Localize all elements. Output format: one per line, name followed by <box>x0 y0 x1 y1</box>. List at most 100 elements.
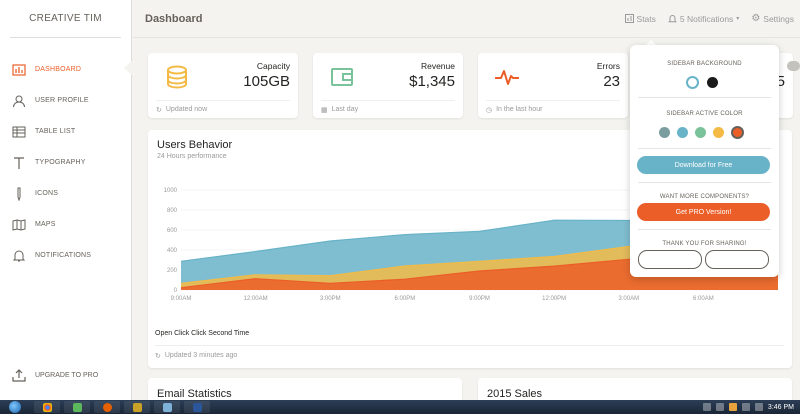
sidebar-item-label: NOTIFICATIONS <box>35 252 92 259</box>
card-title: 2015 Sales <box>487 388 543 400</box>
upgrade-label: UPGRADE TO PRO <box>35 371 99 379</box>
active-color-option-orange[interactable] <box>731 126 744 139</box>
brand-logo[interactable]: CREATIVE TIM <box>10 0 121 38</box>
y-tick-label: 1000 <box>164 188 178 194</box>
page-title: Dashboard <box>145 12 203 25</box>
clock[interactable]: 3:46 PM <box>768 404 794 411</box>
os-taskbar: 3:46 PM <box>0 400 800 414</box>
x-tick-label: 3:00PM <box>320 296 341 302</box>
active-color-option-green[interactable] <box>695 127 706 138</box>
stat-label: Capacity <box>256 61 290 71</box>
share-twitter-button[interactable] <box>705 250 769 269</box>
settings-panel: SIDEBAR BACKGROUND SIDEBAR ACTIVE COLOR … <box>630 45 779 277</box>
sidebar-item-label: MAPS <box>35 221 56 228</box>
get-pro-button[interactable]: Get PRO Version! <box>637 203 770 221</box>
x-tick-label: 6:00AM <box>693 296 714 302</box>
bar-chart-icon <box>12 63 26 77</box>
stat-footer: ◷ In the last hour <box>486 100 620 118</box>
refresh-icon: ↻ <box>155 352 161 360</box>
x-tick-label: 3:00AM <box>618 296 639 302</box>
stat-footer: ↻ Updated now <box>156 100 290 118</box>
sidebar-item-label: TYPOGRAPHY <box>35 159 86 166</box>
chart-legend: Open Click Click Second Time <box>155 330 250 337</box>
tray-icon[interactable] <box>754 403 763 411</box>
chart-footer-text: Updated 3 minutes ago <box>164 352 238 359</box>
sidebar-item-table-list[interactable]: TABLE LIST <box>0 116 131 147</box>
taskbar-app[interactable] <box>154 401 180 413</box>
tray-icon[interactable] <box>715 403 724 411</box>
app-icon <box>72 402 82 412</box>
pencil-icon <box>12 187 26 201</box>
pulse-icon <box>495 70 519 85</box>
taskbar-app[interactable] <box>34 401 60 413</box>
active-indicator <box>124 61 132 75</box>
chart-subtitle: 24 Hours performance <box>157 153 227 160</box>
tray-icon[interactable] <box>702 403 711 411</box>
stat-card-revenue: Revenue $1,345 ▦ Last day <box>313 53 463 118</box>
settings-label: Settings <box>763 13 794 24</box>
user-icon <box>12 94 26 108</box>
sidebar-item-label: USER PROFILE <box>35 97 89 104</box>
upgrade-to-pro-link[interactable]: UPGRADE TO PRO <box>12 368 98 382</box>
background-option-black[interactable] <box>707 77 718 88</box>
settings-toggle[interactable] <box>787 61 800 71</box>
taskbar-app[interactable] <box>184 401 210 413</box>
sidebar-item-label: DASHBOARD <box>35 66 82 73</box>
bell-icon <box>12 249 26 263</box>
divider <box>638 182 771 183</box>
sidebar-item-maps[interactable]: MAPS <box>0 209 131 240</box>
stat-value: 23 <box>603 73 620 90</box>
settings-link[interactable]: ⚙ Settings <box>751 13 794 24</box>
bell-icon <box>667 15 677 23</box>
tray-icon[interactable] <box>741 403 750 411</box>
thanks-heading: THANK YOU FOR SHARING! <box>662 241 747 247</box>
active-color-option-gray[interactable] <box>659 127 670 138</box>
app-icon <box>132 402 142 412</box>
stats-link[interactable]: Stats <box>624 13 656 24</box>
card-title: Email Statistics <box>157 388 232 400</box>
sidebar-item-user-profile[interactable]: USER PROFILE <box>0 85 131 116</box>
caret-down-icon: ▾ <box>736 16 740 22</box>
sidebar-item-label: ICONS <box>35 190 59 197</box>
sidebar-item-notifications[interactable]: NOTIFICATIONS <box>0 240 131 271</box>
background-option-white[interactable] <box>686 76 699 89</box>
share-facebook-button[interactable] <box>638 250 702 269</box>
active-color-option-yellow[interactable] <box>713 127 724 138</box>
y-tick-label: 600 <box>167 228 178 234</box>
x-tick-label: 9:00AM <box>171 296 192 302</box>
navbar-actions: Stats 5 Notifications ▾ ⚙ Settings <box>624 13 794 24</box>
active-color-option-blue[interactable] <box>677 127 688 138</box>
stat-label: Errors <box>596 61 620 71</box>
windows-orb-icon <box>9 401 21 413</box>
taskbar-app[interactable] <box>124 401 150 413</box>
wallet-icon <box>331 68 353 86</box>
x-tick-label: 12:00AM <box>244 296 268 302</box>
sidebar-item-typography[interactable]: TYPOGRAPHY <box>0 147 131 178</box>
y-tick-label: 200 <box>167 268 178 274</box>
start-button[interactable] <box>0 400 30 414</box>
system-tray: 3:46 PM <box>702 400 794 414</box>
gear-icon: ⚙ <box>751 13 761 24</box>
sidebar-item-icons[interactable]: ICONS <box>0 178 131 209</box>
sidebar-item-dashboard[interactable]: DASHBOARD <box>0 54 131 85</box>
taskbar-app[interactable] <box>64 401 90 413</box>
sidebar: CREATIVE TIM DASHBOARD USER PROFILE TABL… <box>0 0 132 400</box>
stat-label: Revenue <box>420 61 455 71</box>
divider <box>638 97 771 98</box>
notifications-dropdown[interactable]: 5 Notifications ▾ <box>667 14 740 24</box>
map-icon <box>12 218 26 232</box>
stat-footer: ▦ Last day <box>321 100 455 118</box>
sidebar-active-color-heading: SIDEBAR ACTIVE COLOR <box>666 111 743 117</box>
stat-value: 105GB <box>243 73 290 90</box>
sidebar-nav: DASHBOARD USER PROFILE TABLE LIST TYPOGR… <box>0 54 131 271</box>
clock-icon: ◷ <box>486 106 493 114</box>
stat-footer-text: Updated now <box>165 106 208 113</box>
x-tick-label: 6:00PM <box>395 296 416 302</box>
grid-icon <box>624 14 634 23</box>
tray-icon[interactable] <box>728 403 737 411</box>
taskbar-app[interactable] <box>94 401 120 413</box>
divider <box>638 148 771 149</box>
download-free-button[interactable]: Download for Free <box>637 156 770 174</box>
stats-label: Stats <box>636 13 656 24</box>
y-tick-label: 800 <box>167 208 178 214</box>
